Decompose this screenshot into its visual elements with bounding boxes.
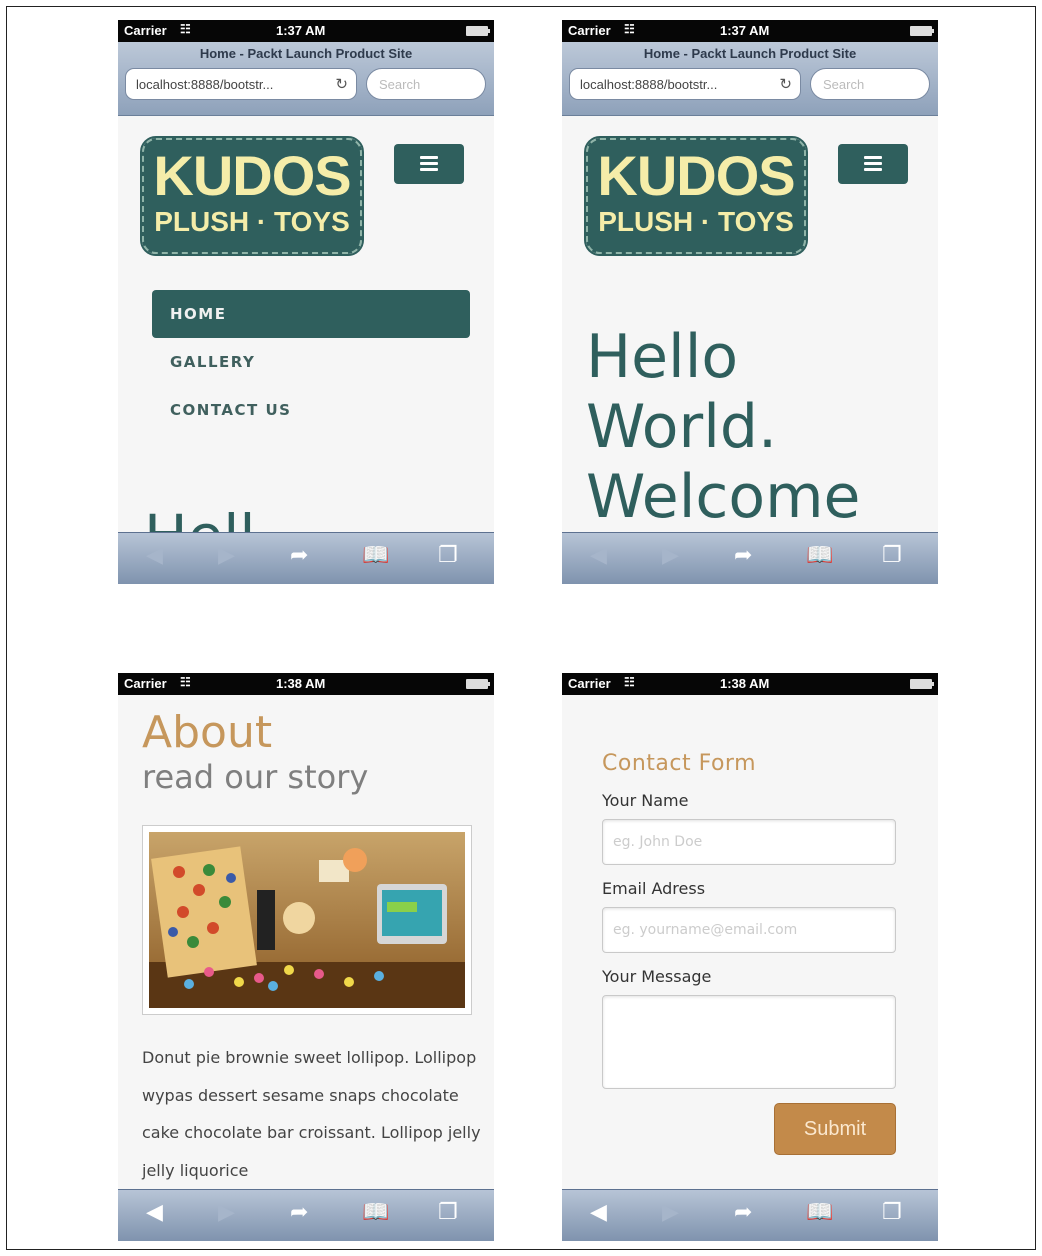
status-bar: Carrier ☷ 1:37 AM [562, 20, 938, 42]
phone-screen-nav-open: Carrier ☷ 1:37 AM Home - Packt Launch Pr… [118, 20, 494, 584]
reload-icon[interactable]: ↻ [335, 75, 348, 93]
status-time: 1:38 AM [276, 676, 326, 691]
url-text: localhost:8888/bootstr... [136, 77, 274, 92]
battery-icon [466, 679, 490, 689]
safari-address-bar: Home - Packt Launch Product Site localho… [118, 42, 494, 116]
forward-arrow-icon[interactable]: ▶ [662, 543, 679, 568]
email-label: Email Adress [602, 879, 706, 898]
wifi-icon: ☷ [180, 675, 191, 689]
back-arrow-icon[interactable]: ◀ [590, 543, 607, 568]
back-arrow-icon[interactable]: ◀ [146, 543, 163, 568]
logo-line2: PLUSH · TOYS [154, 206, 350, 237]
nav-menu: HOME GALLERY CONTACT US [152, 290, 470, 434]
forward-arrow-icon[interactable]: ▶ [218, 1200, 235, 1225]
phone-screen-contact: Carrier ☷ 1:38 AM Contact Form Your Name… [562, 673, 938, 1241]
safari-address-bar: Home - Packt Launch Product Site localho… [562, 42, 938, 116]
bookmarks-icon[interactable]: 📖 [806, 543, 833, 568]
kudos-logo[interactable]: KUDOS PLUSH · TOYS [140, 136, 364, 256]
search-input[interactable]: Search [366, 68, 486, 100]
about-title: About [142, 707, 273, 758]
nav-toggle-button[interactable] [838, 144, 908, 184]
phone-screen-about: Carrier ☷ 1:38 AM About read our story D… [118, 673, 494, 1241]
nav-item-home[interactable]: HOME [152, 290, 470, 338]
about-body-text: Donut pie brownie sweet lollipop. Lollip… [142, 1048, 481, 1180]
message-label: Your Message [602, 967, 712, 986]
safari-toolbar: ◀ ▶ ➦ 📖 ❐ [118, 532, 494, 584]
battery-icon [910, 679, 934, 689]
status-time: 1:37 AM [720, 23, 770, 38]
about-photo [142, 825, 472, 1015]
url-text: localhost:8888/bootstr... [580, 77, 718, 92]
safari-toolbar: ◀ ▶ ➦ 📖 ❐ [562, 1189, 938, 1241]
status-bar: Carrier ☷ 1:38 AM [118, 673, 494, 695]
bookmarks-icon[interactable]: 📖 [806, 1200, 833, 1225]
hero-line1: Hello [586, 322, 739, 392]
email-field[interactable]: eg. yourname@email.com [602, 907, 896, 953]
share-icon[interactable]: ➦ [734, 543, 752, 568]
name-label: Your Name [602, 791, 689, 810]
status-bar: Carrier ☷ 1:38 AM [562, 673, 938, 695]
battery-icon [466, 26, 490, 36]
product-display-image [149, 832, 465, 1008]
logo-line1: KUDOS [153, 144, 351, 207]
hamburger-menu-icon [420, 156, 438, 174]
carrier-label: Carrier [568, 676, 611, 691]
battery-icon [910, 26, 934, 36]
share-icon[interactable]: ➦ [734, 1200, 752, 1225]
contact-form-title: Contact Form [602, 751, 757, 776]
carrier-label: Carrier [124, 676, 167, 691]
wifi-icon: ☷ [180, 22, 191, 36]
tabs-icon[interactable]: ❐ [882, 543, 902, 568]
safari-toolbar: ◀ ▶ ➦ 📖 ❐ [562, 532, 938, 584]
submit-button[interactable]: Submit [774, 1103, 896, 1155]
tabs-icon[interactable]: ❐ [438, 1200, 458, 1225]
hero-line2: World. [586, 392, 778, 462]
about-subtitle: read our story [142, 758, 369, 796]
share-icon[interactable]: ➦ [290, 543, 308, 568]
safari-toolbar: ◀ ▶ ➦ 📖 ❐ [118, 1189, 494, 1241]
hero-heading: Hello World. Welcome [586, 322, 926, 532]
nav-item-gallery[interactable]: GALLERY [152, 338, 470, 386]
back-arrow-icon[interactable]: ◀ [590, 1200, 607, 1225]
wifi-icon: ☷ [624, 22, 635, 36]
nav-item-contact-us[interactable]: CONTACT US [152, 386, 470, 434]
kudos-logo[interactable]: KUDOS PLUSH · TOYS [584, 136, 808, 256]
message-textarea[interactable] [602, 995, 896, 1089]
url-field[interactable]: localhost:8888/bootstr... ↻ [569, 68, 801, 100]
reload-icon[interactable]: ↻ [779, 75, 792, 93]
phone-screen-hero: Carrier ☷ 1:37 AM Home - Packt Launch Pr… [562, 20, 938, 584]
forward-arrow-icon[interactable]: ▶ [662, 1200, 679, 1225]
status-time: 1:38 AM [720, 676, 770, 691]
page-title: Home - Packt Launch Product Site [199, 46, 413, 61]
carrier-label: Carrier [568, 23, 611, 38]
name-field[interactable]: eg. John Doe [602, 819, 896, 865]
status-bar: Carrier ☷ 1:37 AM [118, 20, 494, 42]
nav-toggle-button[interactable] [394, 144, 464, 184]
logo-line2: PLUSH · TOYS [598, 206, 794, 237]
carrier-label: Carrier [124, 23, 167, 38]
hero-line3: Welcome [586, 462, 861, 532]
wifi-icon: ☷ [624, 675, 635, 689]
tabs-icon[interactable]: ❐ [882, 1200, 902, 1225]
hamburger-menu-icon [864, 156, 882, 174]
forward-arrow-icon[interactable]: ▶ [218, 543, 235, 568]
status-time: 1:37 AM [276, 23, 326, 38]
back-arrow-icon[interactable]: ◀ [146, 1200, 163, 1225]
url-field[interactable]: localhost:8888/bootstr... ↻ [125, 68, 357, 100]
logo-line1: KUDOS [597, 144, 795, 207]
page-title: Home - Packt Launch Product Site [643, 46, 857, 61]
share-icon[interactable]: ➦ [290, 1200, 308, 1225]
bookmarks-icon[interactable]: 📖 [362, 1200, 389, 1225]
bookmarks-icon[interactable]: 📖 [362, 543, 389, 568]
tabs-icon[interactable]: ❐ [438, 543, 458, 568]
search-input[interactable]: Search [810, 68, 930, 100]
